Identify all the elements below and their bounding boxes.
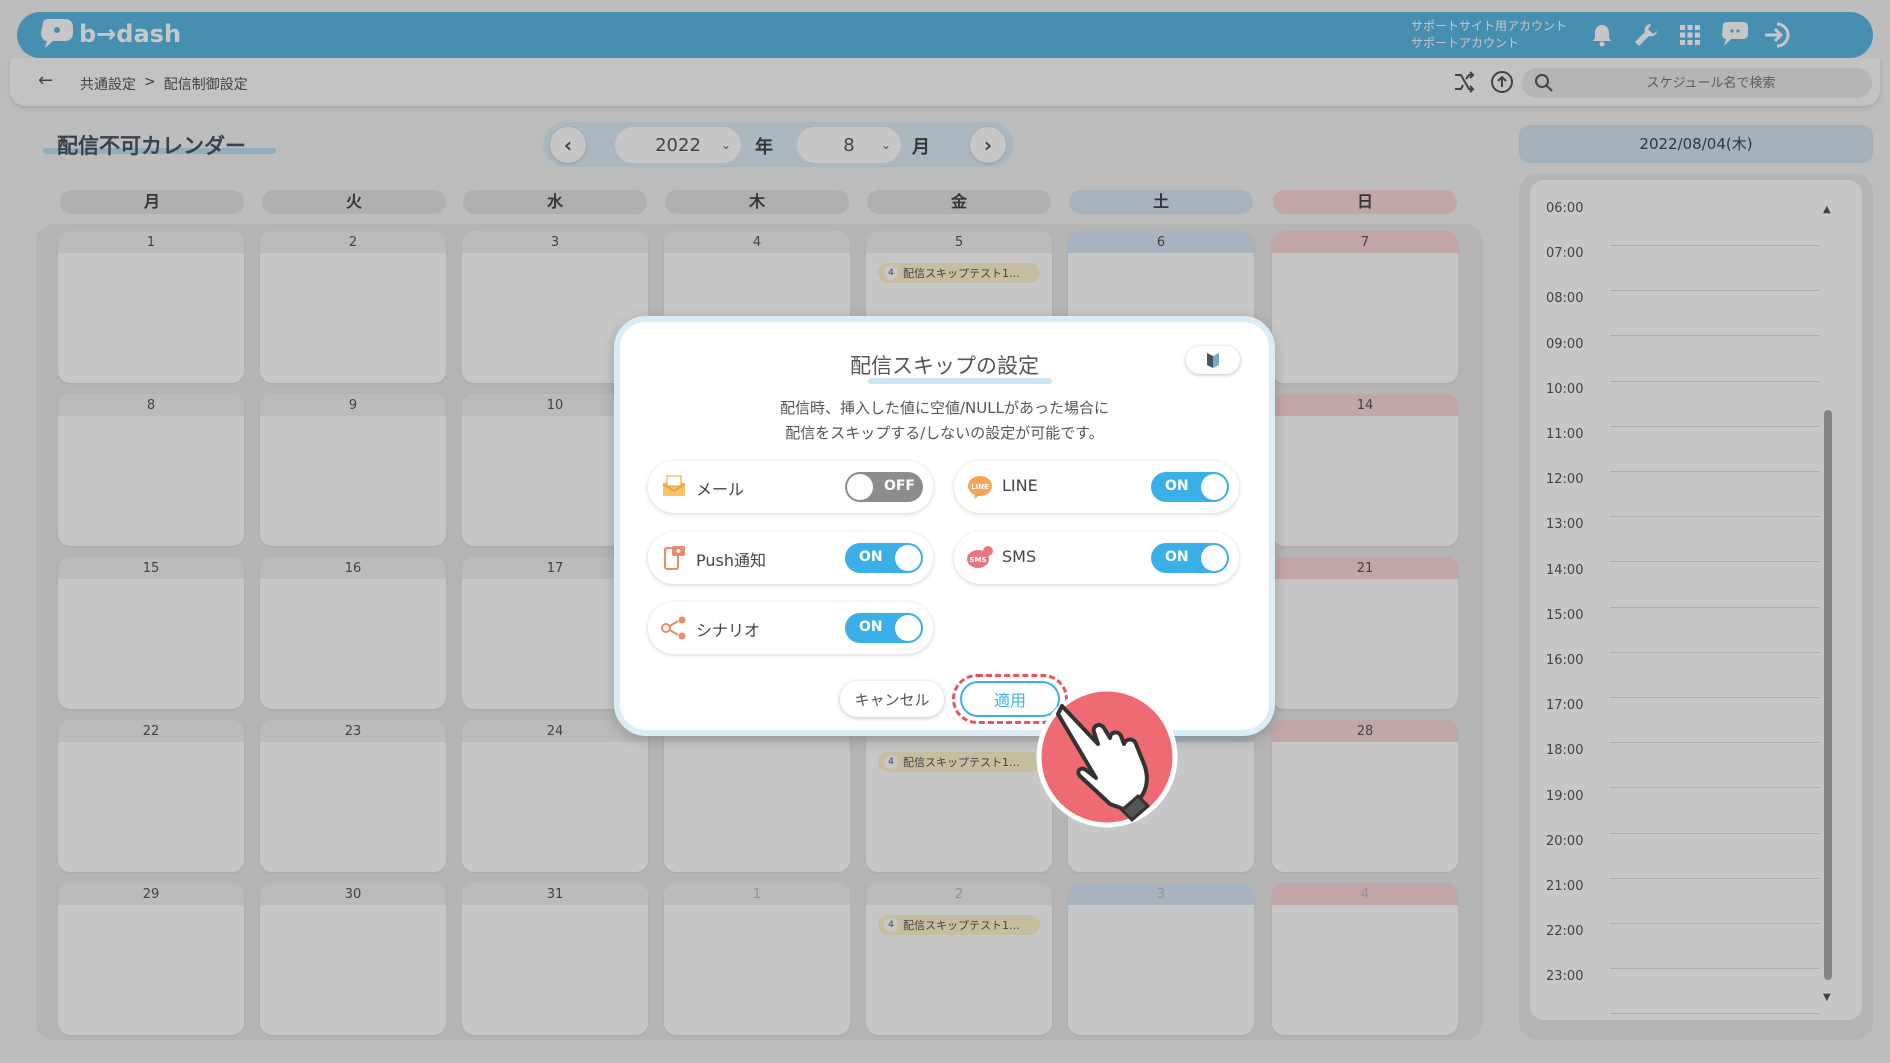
option-push-label: Push通知 [696,551,766,570]
sms-toggle[interactable]: ON [1151,543,1229,573]
option-line-label: LINE [1002,476,1038,495]
option-mail: メール OFF [648,461,933,513]
push-toggle[interactable]: ON [845,543,923,573]
toggle-knob [895,615,921,641]
svg-text:LINE: LINE [971,483,989,491]
scenario-toggle-state: ON [859,619,883,635]
sms-toggle-state: ON [1165,549,1189,565]
push-toggle-state: ON [859,549,883,565]
beginner-mark-icon [1207,353,1219,368]
sms-icon: SMS [967,546,993,568]
help-button[interactable] [1186,346,1240,374]
mail-icon [662,475,686,496]
line-toggle-state: ON [1165,478,1189,494]
pointing-hand-icon [1036,686,1178,828]
svg-text:SMS: SMS [969,556,986,564]
modal-description-line1: 配信時、挿入した値に空値/NULLがあった場合に [780,399,1109,417]
scenario-toggle[interactable]: ON [845,613,923,643]
delivery-skip-settings-modal: 配信スキップの設定 配信時、挿入した値に空値/NULLがあった場合に 配信をスキ… [614,316,1275,736]
toggle-knob [895,545,921,571]
mail-toggle[interactable]: OFF [845,472,923,502]
option-sms: SMS SMS ON [954,532,1239,584]
option-sms-label: SMS [1002,547,1037,566]
option-scenario-label: シナリオ [696,621,761,640]
option-scenario: シナリオ ON [648,602,933,654]
modal-title: 配信スキップの設定 [850,354,1039,378]
push-notification-icon [664,546,685,570]
line-toggle[interactable]: ON [1151,472,1229,502]
option-mail-label: メール [696,480,745,499]
mail-toggle-state: OFF [883,478,915,494]
line-icon: LINE [968,476,992,499]
scenario-icon [661,616,686,640]
modal-description: 配信時、挿入した値に空値/NULLがあった場合に 配信をスキップする/しないの設… [620,396,1269,446]
option-push: Push通知 ON [648,532,933,584]
toggle-knob [847,474,873,500]
toggle-knob [1201,474,1227,500]
modal-description-line2: 配信をスキップする/しないの設定が可能です。 [785,424,1104,442]
option-line: LINE LINE ON [954,461,1239,513]
toggle-knob [1201,545,1227,571]
cancel-button[interactable]: キャンセル [840,681,944,717]
